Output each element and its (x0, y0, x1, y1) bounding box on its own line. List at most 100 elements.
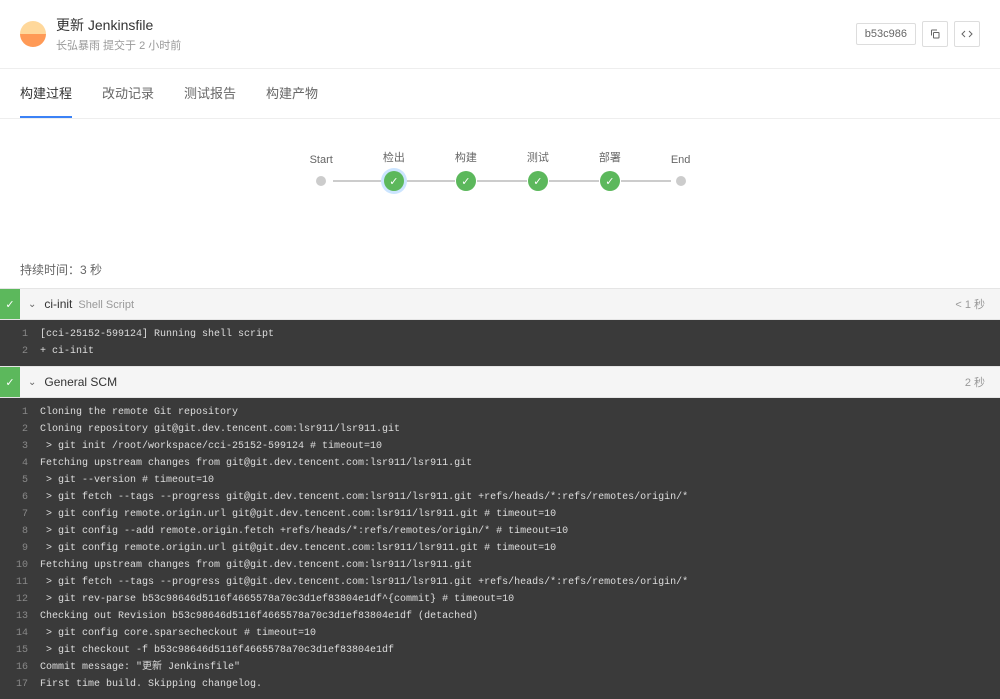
avatar (20, 21, 46, 47)
stage[interactable]: Start (310, 154, 333, 186)
line-number: 14 (0, 626, 40, 641)
console-line: 3 > git init /root/workspace/cci-25152-5… (0, 438, 1000, 455)
step-type: Shell Script (78, 299, 134, 311)
pipeline: Start 检出 ✓ 构建 ✓ 测试 ✓ 部署 ✓ End (0, 119, 1000, 251)
commit-title: 更新 Jenkinsfile (56, 15, 181, 35)
stage-label: 检出 (383, 149, 405, 163)
console-line: 17First time build. Skipping changelog. (0, 676, 1000, 693)
commit-header: 更新 Jenkinsfile 长弘暴雨 提交于 2 小时前 b53c986 (0, 0, 1000, 69)
line-number: 5 (0, 473, 40, 488)
line-text: Cloning the remote Git repository (40, 405, 238, 420)
end-dot (676, 176, 686, 186)
stage-label: Start (310, 154, 333, 168)
console-output: 1[cci-25152-599124] Running shell script… (0, 320, 1000, 366)
check-icon: ✓ (456, 171, 476, 191)
line-text: Fetching upstream changes from git@git.d… (40, 558, 472, 573)
stage-connector (621, 180, 671, 182)
line-text: > git rev-parse b53c98646d5116f4665578a7… (40, 592, 514, 607)
line-text: Fetching upstream changes from git@git.d… (40, 456, 472, 471)
step-header[interactable]: ✓⌄ci-initShell Script< 1 秒 (0, 288, 1000, 320)
check-icon: ✓ (528, 171, 548, 191)
line-text: > git config remote.origin.url git@git.d… (40, 541, 556, 556)
build-step: ✓⌄General SCM2 秒1Cloning the remote Git … (0, 366, 1000, 699)
stage[interactable]: 构建 ✓ (455, 149, 477, 191)
stage-connector (405, 180, 455, 182)
console-line: 2+ ci-init (0, 343, 1000, 360)
stage-label: 构建 (455, 149, 477, 163)
line-number: 16 (0, 660, 40, 675)
commit-hash-badge[interactable]: b53c986 (856, 23, 916, 45)
line-number: 1 (0, 405, 40, 420)
stage-label: 部署 (599, 149, 621, 163)
line-number: 12 (0, 592, 40, 607)
step-name: ci-initShell Script (44, 297, 955, 311)
copy-icon[interactable] (922, 21, 948, 47)
line-text: Checking out Revision b53c98646d5116f466… (40, 609, 478, 624)
stage-label: 测试 (527, 149, 549, 163)
tab-0[interactable]: 构建过程 (20, 69, 72, 118)
line-text: > git checkout -f b53c98646d5116f4665578… (40, 643, 394, 658)
line-text: First time build. Skipping changelog. (40, 677, 262, 692)
line-number: 3 (0, 439, 40, 454)
console-line: 1[cci-25152-599124] Running shell script (0, 326, 1000, 343)
line-text: > git --version # timeout=10 (40, 473, 214, 488)
console-line: 2Cloning repository git@git.dev.tencent.… (0, 421, 1000, 438)
tab-3[interactable]: 构建产物 (266, 69, 318, 118)
line-text: Cloning repository git@git.dev.tencent.c… (40, 422, 400, 437)
line-number: 6 (0, 490, 40, 505)
line-number: 8 (0, 524, 40, 539)
console-line: 14 > git config core.sparsecheckout # ti… (0, 625, 1000, 642)
stage-connector (477, 180, 527, 182)
tab-2[interactable]: 测试报告 (184, 69, 236, 118)
tabs: 构建过程改动记录测试报告构建产物 (0, 69, 1000, 119)
console-line: 6 > git fetch --tags --progress git@git.… (0, 489, 1000, 506)
console-line: 12 > git rev-parse b53c98646d5116f466557… (0, 591, 1000, 608)
step-name: General SCM (44, 375, 964, 389)
line-number: 2 (0, 422, 40, 437)
console-line: 16Commit message: "更新 Jenkinsfile" (0, 659, 1000, 676)
line-text: > git config --add remote.origin.fetch +… (40, 524, 568, 539)
stage-connector (549, 180, 599, 182)
console-output: 1Cloning the remote Git repository2Cloni… (0, 398, 1000, 699)
duration-label: 持续时间：3 秒 (0, 251, 1000, 288)
line-number: 9 (0, 541, 40, 556)
build-step: ✓⌄ci-initShell Script< 1 秒1[cci-25152-59… (0, 288, 1000, 366)
code-icon[interactable] (954, 21, 980, 47)
stage[interactable]: 检出 ✓ (383, 149, 405, 191)
stage[interactable]: 部署 ✓ (599, 149, 621, 191)
line-text: > git config remote.origin.url git@git.d… (40, 507, 556, 522)
line-number: 10 (0, 558, 40, 573)
console-line: 10Fetching upstream changes from git@git… (0, 557, 1000, 574)
line-text: > git init /root/workspace/cci-25152-599… (40, 439, 382, 454)
check-icon: ✓ (384, 171, 404, 191)
success-icon: ✓ (0, 367, 20, 397)
line-number: 7 (0, 507, 40, 522)
commit-subtitle: 长弘暴雨 提交于 2 小时前 (56, 37, 181, 53)
line-text: [cci-25152-599124] Running shell script (40, 327, 274, 342)
start-dot (316, 176, 326, 186)
success-icon: ✓ (0, 289, 20, 319)
console-line: 9 > git config remote.origin.url git@git… (0, 540, 1000, 557)
stage[interactable]: End (671, 154, 691, 186)
console-line: 4Fetching upstream changes from git@git.… (0, 455, 1000, 472)
line-text: + ci-init (40, 344, 94, 359)
line-text: > git fetch --tags --progress git@git.de… (40, 490, 688, 505)
console-line: 1Cloning the remote Git repository (0, 404, 1000, 421)
line-number: 17 (0, 677, 40, 692)
stage-label: End (671, 154, 691, 168)
line-number: 1 (0, 327, 40, 342)
console-line: 7 > git config remote.origin.url git@git… (0, 506, 1000, 523)
stage[interactable]: 测试 ✓ (527, 149, 549, 191)
console-line: 15 > git checkout -f b53c98646d5116f4665… (0, 642, 1000, 659)
line-number: 4 (0, 456, 40, 471)
tab-1[interactable]: 改动记录 (102, 69, 154, 118)
step-duration: 2 秒 (965, 374, 1000, 390)
console-line: 8 > git config --add remote.origin.fetch… (0, 523, 1000, 540)
console-line: 5 > git --version # timeout=10 (0, 472, 1000, 489)
line-text: Commit message: "更新 Jenkinsfile" (40, 660, 240, 675)
step-header[interactable]: ✓⌄General SCM2 秒 (0, 366, 1000, 398)
line-number: 13 (0, 609, 40, 624)
line-text: > git config core.sparsecheckout # timeo… (40, 626, 316, 641)
check-icon: ✓ (600, 171, 620, 191)
stage-connector (333, 180, 383, 182)
